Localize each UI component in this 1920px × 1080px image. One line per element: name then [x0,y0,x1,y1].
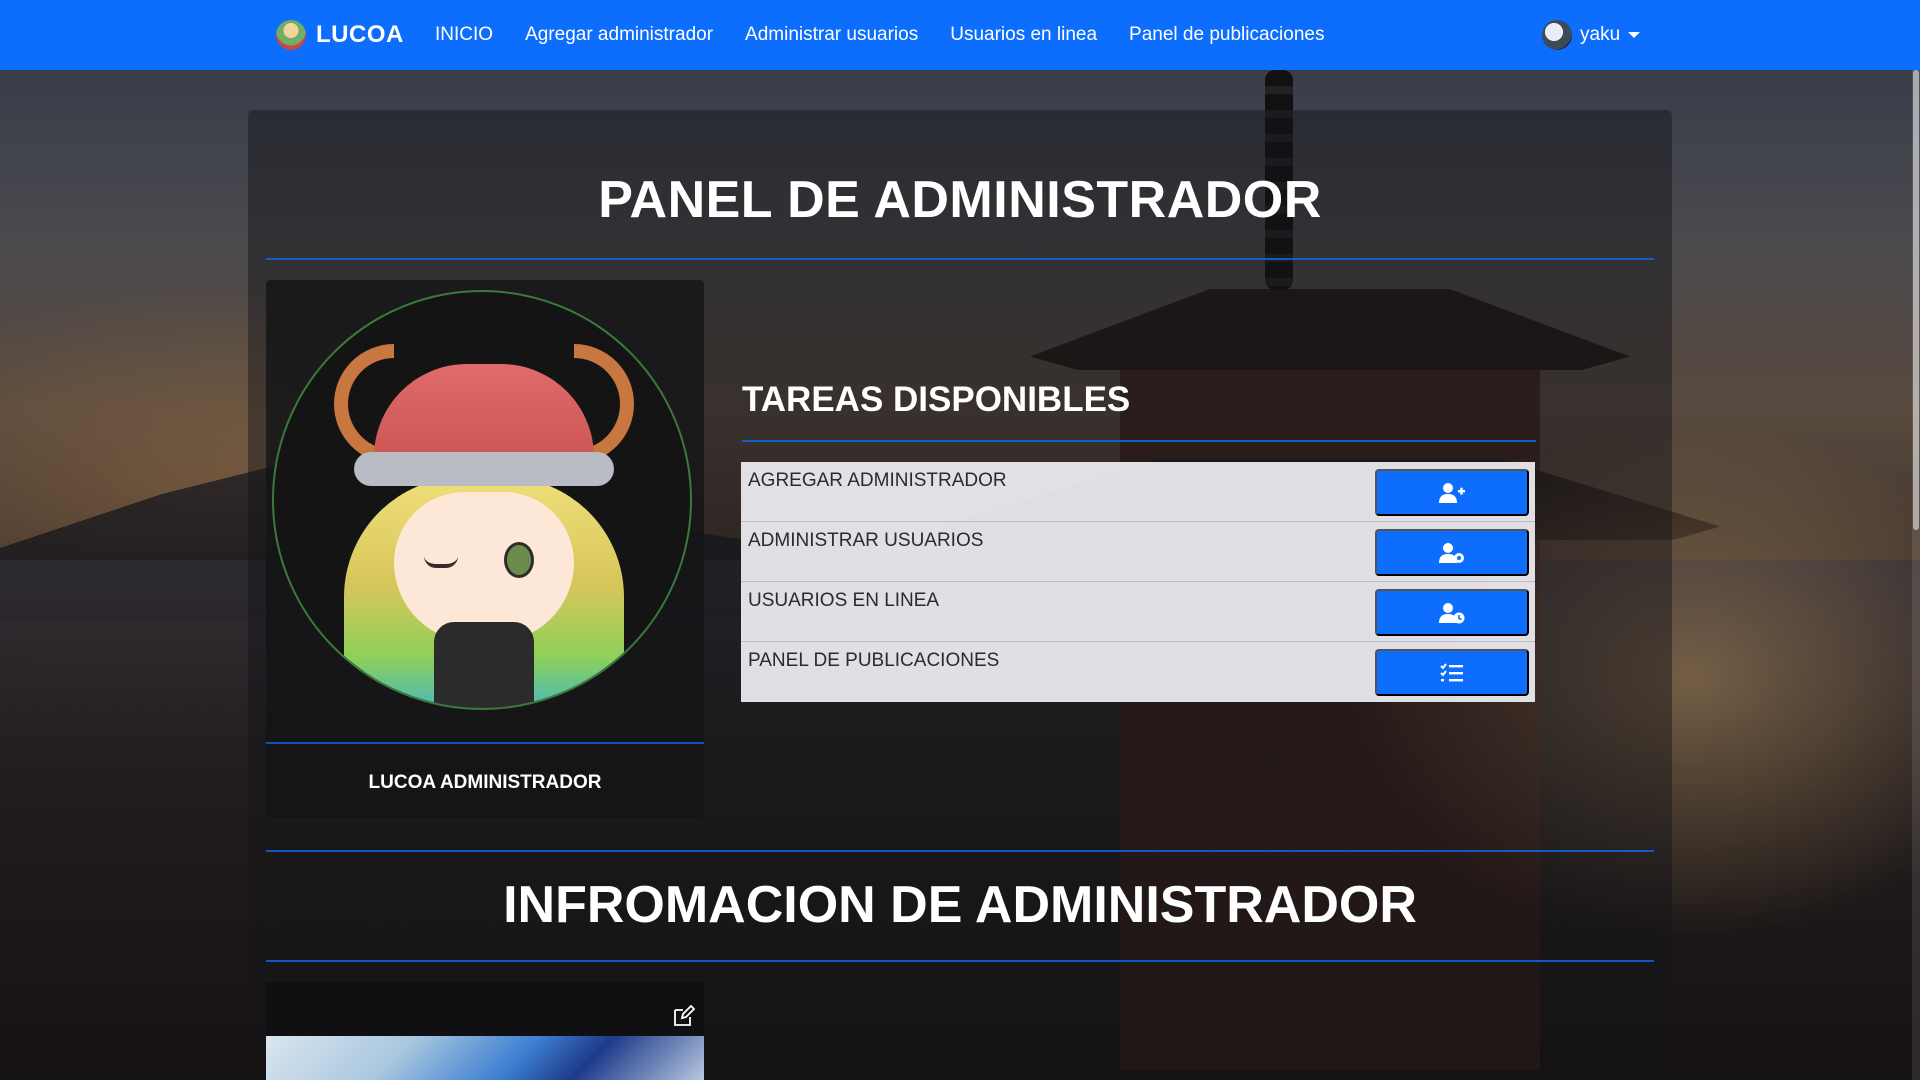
info-top-divider [266,850,1654,852]
edit-icon[interactable] [672,1004,696,1028]
scrollbar-thumb[interactable] [1913,70,1919,530]
profile-avatar [272,290,692,710]
nav-link-panel-publicaciones[interactable]: Panel de publicaciones [1129,24,1324,46]
brand-logo-icon [276,20,306,50]
page-scrollbar[interactable] [1912,70,1920,1080]
user-name: yaku [1580,24,1621,45]
task-row-agregar-administrador: AGREGAR ADMINISTRADOR [741,462,1535,522]
task-row-administrar-usuarios: ADMINISTRAR USUARIOS [741,522,1535,582]
page-title: PANEL DE ADMINISTRADOR [598,171,1322,229]
brand-name: LUCOA [316,21,404,48]
title-divider [266,258,1654,260]
user-plus-icon [1439,482,1465,503]
info-card [266,982,704,1080]
tasks-divider [742,440,1536,442]
tasks-title: TAREAS DISPONIBLES [742,380,1131,419]
task-label: PANEL DE PUBLICACIONES [748,650,1000,671]
task-label: AGREGAR ADMINISTRADOR [748,470,1007,491]
panel-publicaciones-button[interactable] [1375,649,1529,696]
navbar: LUCOA INICIO Agregar administrador Admin… [0,0,1920,70]
user-avatar [1542,20,1572,50]
nav-links: INICIO Agregar administrador Administrar… [435,24,1324,46]
admin-panel-container: PANEL DE ADMINISTRADOR LUCOA ADMINISTRAD… [248,110,1672,1080]
brand-link[interactable]: LUCOA [276,20,404,50]
profile-divider [266,742,704,744]
info-title: INFROMACION DE ADMINISTRADOR [503,876,1417,934]
profile-name: LUCOA ADMINISTRADOR [368,772,602,793]
info-card-image [266,1036,704,1080]
nav-link-inicio[interactable]: INICIO [435,24,493,46]
caret-down-icon [1628,32,1641,38]
user-gear-icon [1439,542,1464,563]
usuarios-en-linea-button[interactable] [1375,589,1529,636]
profile-card: LUCOA ADMINISTRADOR [266,280,704,818]
user-clock-icon [1439,602,1465,623]
task-label: USUARIOS EN LINEA [748,590,940,611]
tasks-list: AGREGAR ADMINISTRADOR ADMINISTRAR USUARI… [741,462,1535,702]
nav-link-agregar-administrador[interactable]: Agregar administrador [525,24,713,46]
list-check-icon [1440,662,1463,681]
user-menu-dropdown[interactable]: yaku [1542,20,1641,50]
administrar-usuarios-button[interactable] [1375,529,1529,576]
agregar-administrador-button[interactable] [1375,469,1529,516]
info-bottom-divider [266,960,1654,962]
task-label: ADMINISTRAR USUARIOS [748,530,984,551]
nav-link-administrar-usuarios[interactable]: Administrar usuarios [745,24,918,46]
task-row-usuarios-en-linea: USUARIOS EN LINEA [741,582,1535,642]
nav-link-usuarios-en-linea[interactable]: Usuarios en linea [950,24,1097,46]
task-row-panel-publicaciones: PANEL DE PUBLICACIONES [741,642,1535,702]
